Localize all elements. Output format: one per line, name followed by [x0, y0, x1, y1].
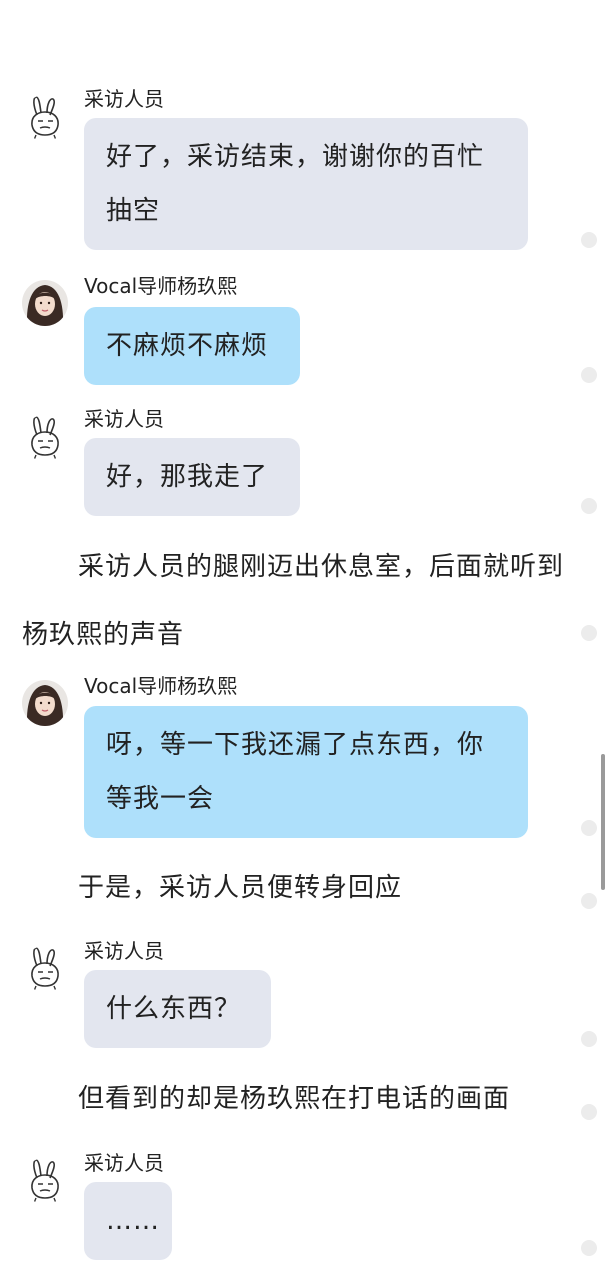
message-bubble[interactable]: 什么东西？ — [84, 970, 271, 1048]
sender-name: 采访人员 — [84, 407, 164, 431]
comment-dot-icon[interactable] — [581, 1104, 597, 1120]
message-bubble[interactable]: 好，那我走了 — [84, 438, 300, 516]
message-bubble[interactable]: …… — [84, 1182, 172, 1260]
comment-dot-icon[interactable] — [581, 1031, 597, 1047]
rabbit-avatar-icon[interactable] — [22, 1158, 68, 1204]
comment-dot-icon[interactable] — [581, 625, 597, 641]
sender-name: Vocal导师杨玖熙 — [84, 674, 238, 698]
narration-text: 采访人员的腿刚迈出休息室，后面就听到杨玖熙的声音 — [22, 552, 565, 650]
sender-name: 采访人员 — [84, 87, 164, 111]
narration-text: 于是，采访人员便转身回应 — [78, 873, 403, 903]
comment-dot-icon[interactable] — [581, 820, 597, 836]
scrollbar[interactable] — [601, 754, 605, 890]
rabbit-avatar-icon[interactable] — [22, 95, 68, 141]
rabbit-avatar-icon[interactable] — [22, 415, 68, 461]
message-bubble[interactable]: 好了，采访结束，谢谢你的百忙抽空 — [84, 118, 528, 250]
teacher-avatar[interactable] — [22, 280, 68, 326]
narration-text: 但看到的却是杨玖熙在打电话的画面 — [78, 1084, 511, 1114]
message-bubble[interactable]: 呀，等一下我还漏了点东西，你等我一会 — [84, 706, 528, 838]
chat-story-view: 采访人员 好了，采访结束，谢谢你的百忙抽空 Vocal导师杨玖熙 不麻烦不麻烦 … — [0, 0, 610, 1280]
comment-dot-icon[interactable] — [581, 498, 597, 514]
comment-dot-icon[interactable] — [581, 232, 597, 248]
comment-dot-icon[interactable] — [581, 893, 597, 909]
comment-dot-icon[interactable] — [581, 1240, 597, 1256]
teacher-avatar[interactable] — [22, 680, 68, 726]
comment-dot-icon[interactable] — [581, 367, 597, 383]
message-bubble[interactable]: 不麻烦不麻烦 — [84, 307, 300, 385]
sender-name: 采访人员 — [84, 1151, 164, 1175]
rabbit-avatar-icon[interactable] — [22, 946, 68, 992]
sender-name: 采访人员 — [84, 939, 164, 963]
sender-name: Vocal导师杨玖熙 — [84, 274, 238, 298]
